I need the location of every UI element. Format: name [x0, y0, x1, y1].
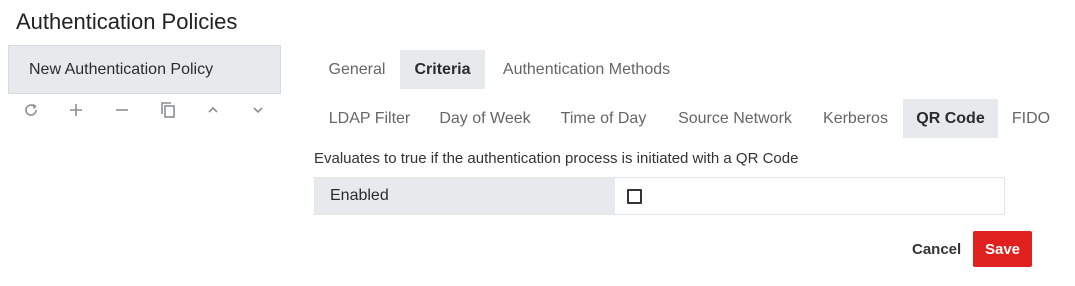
copy-icon — [161, 102, 175, 118]
criteria-description: Evaluates to true if the authentication … — [314, 150, 799, 167]
policy-toolbar — [8, 96, 281, 124]
chevron-up-icon — [208, 106, 218, 113]
tab-source-network[interactable]: Source Network — [662, 99, 808, 138]
tab-fido[interactable]: FIDO — [998, 99, 1064, 138]
remove-policy-button[interactable] — [107, 96, 137, 124]
enabled-row: Enabled — [314, 177, 1005, 215]
tab-general[interactable]: General — [314, 50, 400, 89]
tab-ldap-filter[interactable]: LDAP Filter — [314, 99, 425, 138]
refresh-button[interactable] — [16, 96, 46, 124]
enabled-value — [615, 178, 1004, 214]
enabled-label: Enabled — [315, 178, 615, 214]
page-title: Authentication Policies — [16, 9, 238, 34]
minus-icon — [116, 109, 128, 111]
copy-policy-button[interactable] — [153, 96, 183, 124]
tab-criteria[interactable]: Criteria — [400, 50, 485, 89]
add-policy-button[interactable] — [61, 96, 91, 124]
enabled-checkbox[interactable] — [627, 188, 642, 204]
tab-time-of-day[interactable]: Time of Day — [545, 99, 662, 138]
page: Authentication Policies New Authenticati… — [0, 0, 1075, 286]
save-button[interactable]: Save — [973, 231, 1032, 267]
tab-qr-code[interactable]: QR Code — [903, 99, 998, 138]
cancel-button[interactable]: Cancel — [904, 232, 969, 266]
plus-icon — [70, 104, 82, 116]
refresh-icon — [25, 103, 37, 116]
move-up-button[interactable] — [198, 96, 228, 124]
policy-list-item[interactable]: New Authentication Policy — [8, 45, 281, 94]
move-down-button[interactable] — [243, 96, 273, 124]
tab-day-of-week[interactable]: Day of Week — [425, 99, 545, 138]
chevron-down-icon — [253, 107, 263, 114]
tab-kerberos[interactable]: Kerberos — [808, 99, 903, 138]
tab-authentication-methods[interactable]: Authentication Methods — [485, 50, 688, 89]
